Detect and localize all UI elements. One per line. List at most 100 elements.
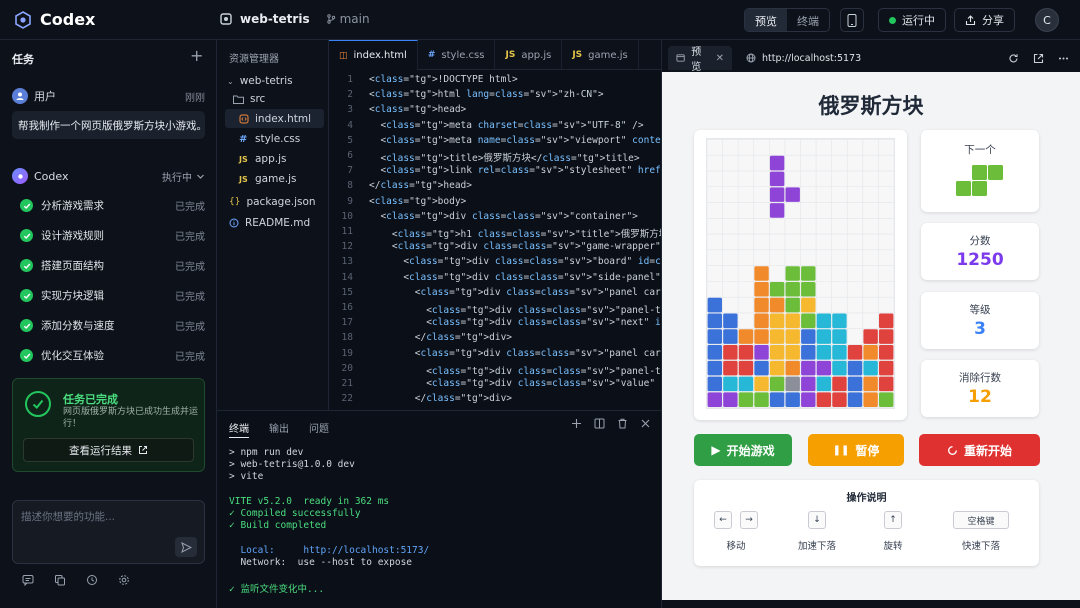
file-game-js[interactable]: JS game.js xyxy=(239,173,297,185)
step-label: 搭建页面结构 xyxy=(41,260,104,272)
tetris-block xyxy=(832,345,847,360)
tetris-block xyxy=(769,313,785,329)
terminal-line: Network: use --host to expose xyxy=(229,556,413,568)
tab-problems[interactable]: 问题 xyxy=(309,420,329,438)
address-bar[interactable]: http://localhost:5173 xyxy=(746,53,861,64)
file-app-js[interactable]: JS app.js xyxy=(239,153,287,165)
key-up: ↑ xyxy=(884,511,902,529)
tab-output[interactable]: 输出 xyxy=(269,420,289,438)
editor-tab[interactable]: # style.css xyxy=(418,40,496,70)
code-area[interactable]: 1 <class="tg">!DOCTYPE html> 2 <class="tg">… xyxy=(329,74,661,410)
agent-status-label: 执行中 xyxy=(162,172,192,184)
step-status: 已完成 xyxy=(175,232,205,243)
agent-header[interactable]: Codex 执行中 xyxy=(12,168,205,184)
editor-tab[interactable]: ◫ index.html xyxy=(329,40,418,70)
score-label: 分数 xyxy=(969,235,991,247)
pause-button[interactable]: ❚❚ 暂停 xyxy=(808,434,904,466)
start-label: 开始游戏 xyxy=(726,443,775,458)
tetris-block xyxy=(723,360,738,376)
view-terminal-tab[interactable]: 终端 xyxy=(787,9,829,31)
line-number: 21 xyxy=(341,378,353,389)
view-preview-tab[interactable]: 预览 xyxy=(745,9,787,31)
preview-tab[interactable]: 预览 ✕ xyxy=(668,46,732,73)
code-line: <class="tg">div class=class="sv">"game-w… xyxy=(369,241,661,253)
line-number: 4 xyxy=(347,119,353,131)
tetris-block xyxy=(832,376,847,392)
tetris-block xyxy=(754,297,769,313)
project-name[interactable]: web-tetris xyxy=(240,12,310,26)
trash-icon[interactable] xyxy=(617,418,628,429)
folder-web-tetris[interactable]: ⌄ web-tetris xyxy=(227,75,293,87)
next-piece-block xyxy=(988,165,1003,180)
external-link-icon[interactable] xyxy=(1033,53,1044,64)
line-number: 12 xyxy=(341,241,353,253)
restart-icon xyxy=(947,445,957,455)
tetris-block xyxy=(832,360,847,376)
editor-tab[interactable]: JS game.js xyxy=(562,40,639,70)
file-index-html[interactable]: index.html xyxy=(225,109,324,128)
tetris-block xyxy=(785,392,800,407)
file-label: README.md xyxy=(245,217,311,229)
editor-tab[interactable]: JS app.js xyxy=(495,40,563,70)
check-circle-icon xyxy=(20,199,33,212)
close-icon[interactable]: ✕ xyxy=(716,53,724,64)
file-style-css[interactable]: # style.css xyxy=(239,133,300,145)
share-button[interactable]: 分享 xyxy=(954,8,1015,32)
user-message-header: 用户 刚刚 xyxy=(12,88,205,104)
mobile-view-button[interactable] xyxy=(840,8,864,32)
file-readme-md[interactable]: README.md xyxy=(229,217,310,229)
tab-terminal[interactable]: 终端 xyxy=(229,420,249,438)
score-value: 1250 xyxy=(956,250,1004,270)
branch-selector[interactable]: main xyxy=(326,12,370,26)
control-label-rotate: 旋转 xyxy=(883,541,903,552)
tetris-block xyxy=(801,329,816,344)
code-line: </class="tg">div> xyxy=(369,393,513,405)
json-file-icon: {} xyxy=(229,197,241,207)
start-game-button[interactable]: ▶ 开始游戏 xyxy=(694,434,792,466)
control-label-hard-drop: 快速下落 xyxy=(961,541,1000,552)
chat-icon[interactable] xyxy=(22,574,34,586)
code-editor: ◫ index.html # style.css JS app.js JS game.js 1… xyxy=(329,40,661,410)
history-icon[interactable] xyxy=(86,574,98,586)
tetris-block xyxy=(801,360,816,376)
close-icon[interactable] xyxy=(640,418,651,429)
run-status-button[interactable]: 运行中 xyxy=(878,8,946,32)
top-bar: Codex web-tetris main 预览 终端 运行中 分享 C xyxy=(0,0,1080,40)
user-avatar[interactable]: C xyxy=(1035,8,1059,32)
check-circle-icon xyxy=(20,289,33,302)
new-task-button[interactable]: + xyxy=(190,46,203,65)
file-package-json[interactable]: {} package.json xyxy=(229,196,316,208)
mobile-icon xyxy=(847,13,857,27)
file-label: package.json xyxy=(246,196,316,208)
file-label: index.html xyxy=(255,112,311,125)
line-number: 22 xyxy=(341,393,353,405)
chevron-down-icon xyxy=(197,174,204,179)
controls-card: 操作说明 ← → 移动 ↓ 加速下落 ↑ 旋转 空格键 快速下落 xyxy=(694,480,1039,566)
refresh-icon[interactable] xyxy=(1008,53,1019,64)
tetris-block xyxy=(863,392,878,407)
prompt-input[interactable] xyxy=(21,509,191,529)
js-file-icon: JS xyxy=(239,154,248,164)
folder-src[interactable]: src xyxy=(233,93,265,105)
code-line: <class="tg">div class=class="sv">"side-p… xyxy=(369,271,661,283)
tetris-block xyxy=(816,360,832,376)
copy-icon[interactable] xyxy=(54,574,66,586)
gear-icon[interactable] xyxy=(118,574,130,586)
view-result-button[interactable]: 查看运行结果 xyxy=(23,438,194,462)
split-icon[interactable] xyxy=(594,418,605,429)
file-label: game.js xyxy=(255,173,297,185)
step-status: 已完成 xyxy=(175,322,205,333)
tetris-block xyxy=(863,376,878,392)
code-line: <class="tg">div class=class="sv">"panel-… xyxy=(369,365,661,377)
more-icon[interactable] xyxy=(1058,53,1069,64)
restart-button[interactable]: 重新开始 xyxy=(919,434,1040,466)
tetris-block xyxy=(847,360,863,376)
folder-label: web-tetris xyxy=(239,75,293,87)
tetris-block xyxy=(769,345,785,360)
plus-icon[interactable] xyxy=(571,418,582,429)
terminal-panel: 终端 输出 问题 > npm run dev > web-tetris@1.0.0… xyxy=(217,410,661,608)
tetris-block xyxy=(738,329,754,344)
level-value: 3 xyxy=(974,319,986,339)
tetris-block xyxy=(816,392,832,407)
send-button[interactable] xyxy=(175,537,197,557)
